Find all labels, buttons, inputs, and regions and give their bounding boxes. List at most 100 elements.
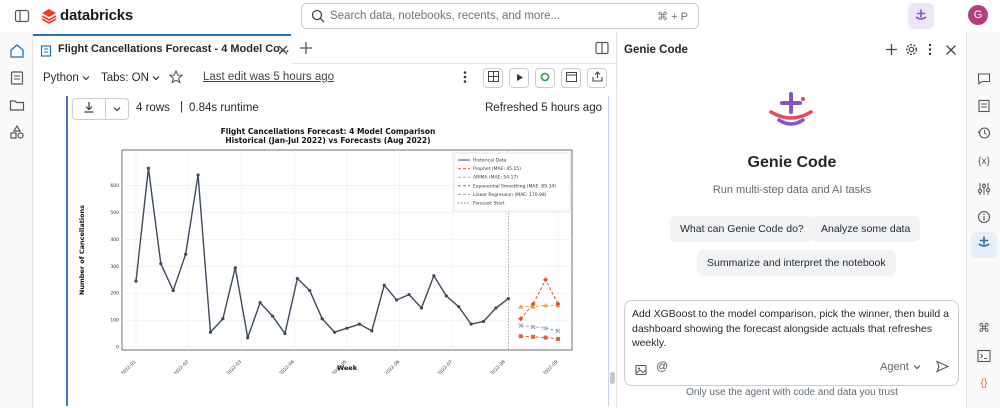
- folder-icon[interactable]: [8, 96, 26, 114]
- agent-mode-select[interactable]: Agent: [875, 358, 926, 376]
- chart-legend: Historical Data Prophet (MAE: 45.15) ARIMA…: [453, 152, 571, 212]
- historical-point: [395, 298, 399, 302]
- compute-status-icon: [540, 69, 550, 87]
- close-icon[interactable]: [945, 43, 957, 55]
- compute-button[interactable]: [535, 68, 555, 88]
- prompt-text[interactable]: Add XGBoost to the model comparison, pic…: [632, 307, 954, 351]
- run-button[interactable]: [509, 68, 529, 88]
- terminal-icon[interactable]: [975, 347, 993, 365]
- history-icon[interactable]: [975, 124, 993, 142]
- notebook-toolbar: Python Tabs: ON Last edit was 5 hours ag…: [33, 64, 615, 92]
- historical-point: [457, 305, 461, 309]
- historical-point: [320, 317, 324, 321]
- genie-rail-button[interactable]: [971, 232, 997, 258]
- chevron-down-icon: [82, 69, 90, 87]
- sliders-icon[interactable]: [975, 180, 993, 198]
- info-icon[interactable]: [975, 208, 993, 226]
- databricks-logo-icon[interactable]: [41, 8, 57, 24]
- notebook-icon[interactable]: [8, 69, 26, 87]
- result-separator: |: [180, 101, 183, 113]
- x-tick-label: 2022-08: [489, 359, 507, 374]
- language-label: Python: [43, 72, 79, 84]
- genie-footer-note: Only use the agent with code and data yo…: [686, 387, 898, 398]
- download-button[interactable]: [72, 98, 106, 120]
- share-button[interactable]: [587, 68, 607, 88]
- shapes-icon[interactable]: [8, 123, 26, 141]
- more-menu-icon[interactable]: [460, 70, 470, 84]
- notebook-tab-icon: [40, 44, 52, 57]
- command-icon[interactable]: ⌘: [975, 319, 993, 337]
- function-icon[interactable]: {x}: [975, 152, 993, 170]
- code-braces-icon[interactable]: {}: [975, 374, 993, 392]
- language-select[interactable]: Python: [39, 68, 94, 88]
- historical-point: [159, 262, 163, 266]
- genie-sparkle-icon: [914, 9, 928, 23]
- genie-logo-icon: [767, 92, 815, 132]
- y-axis-ticks: 0 100 200 300 400 500 600: [110, 183, 119, 350]
- prompt-box[interactable]: Add XGBoost to the model comparison, pic…: [624, 300, 959, 386]
- historical-point: [270, 314, 275, 318]
- y-tick-label: 200: [110, 291, 119, 297]
- y-tick-label: 0: [116, 345, 119, 351]
- layout-button[interactable]: [483, 68, 503, 88]
- more-options-icon[interactable]: [927, 43, 933, 56]
- add-icon[interactable]: [885, 43, 898, 56]
- genie-heading: Genie Code: [747, 154, 837, 171]
- notebook-cell: 4 rows | 0.84s runtime Refreshed 5 hours…: [66, 96, 609, 406]
- notebook-tab-bar: Flight Cancellations Forecast - 4 Model …: [33, 34, 615, 64]
- historical-point: [481, 319, 486, 324]
- genie-toggle-button[interactable]: [908, 3, 934, 29]
- historical-point: [345, 326, 349, 330]
- historical-point: [432, 274, 436, 278]
- avatar-initial: G: [973, 9, 983, 21]
- y-tick-label: 600: [110, 183, 119, 189]
- tabs-label: Tabs: ON: [101, 72, 149, 84]
- sidebar-toggle-icon[interactable]: [14, 8, 30, 24]
- gear-icon[interactable]: [905, 43, 918, 56]
- historical-point: [444, 294, 448, 298]
- legend-label: ARIMA (MAE: 54.17): [473, 175, 518, 181]
- image-icon[interactable]: [635, 363, 647, 376]
- new-tab-icon[interactable]: [299, 41, 313, 55]
- suggestion-chip-what-can[interactable]: What can Genie Code do?: [670, 216, 814, 242]
- tabs-select[interactable]: Tabs: ON: [97, 68, 164, 88]
- historical-point: [146, 166, 151, 170]
- refreshed-status: Refreshed 5 hours ago: [485, 102, 602, 114]
- notebook-scrollbar[interactable]: [610, 372, 615, 384]
- forecast-chart: Flight Cancellations Forecast: 4 Model C…: [78, 127, 573, 374]
- y-tick-label: 400: [110, 237, 119, 243]
- search-bar[interactable]: Search data, notebooks, recents, and mor…: [301, 3, 699, 29]
- left-sidebar: [0, 32, 33, 408]
- home-icon[interactable]: [8, 42, 26, 60]
- historical-point: [308, 288, 312, 293]
- close-tab-icon[interactable]: [277, 43, 289, 55]
- genie-panel: Genie Code Genie Code Run multi-step dat…: [616, 32, 966, 408]
- download-options-button[interactable]: [105, 98, 129, 120]
- suggestion-chip-summarize[interactable]: Summarize and interpret the notebook: [697, 250, 896, 276]
- user-avatar[interactable]: G: [968, 5, 988, 25]
- historical-point: [295, 276, 299, 281]
- last-edit-link[interactable]: Last edit was 5 hours ago: [203, 71, 334, 83]
- mention-icon[interactable]: @: [656, 359, 668, 373]
- star-icon[interactable]: [168, 69, 184, 84]
- schedule-button[interactable]: [561, 68, 581, 88]
- search-shortcut: ⌘ + P: [657, 11, 688, 23]
- historical-point: [196, 173, 200, 177]
- y-tick-label: 100: [110, 318, 119, 324]
- suggestion-chip-analyze[interactable]: Analyze some data: [811, 216, 921, 242]
- x-tick-label: 2022-02: [173, 359, 191, 374]
- forecast-point: [543, 335, 548, 340]
- variables-icon[interactable]: [975, 97, 993, 115]
- historical-point: [184, 252, 188, 256]
- comment-icon[interactable]: [975, 70, 993, 88]
- historical-point: [246, 335, 250, 340]
- x-tick-label: 2022-01: [120, 359, 138, 374]
- y-axis-label: Number of Cancellations: [78, 205, 86, 295]
- split-panel-icon[interactable]: [595, 41, 609, 55]
- send-icon[interactable]: [935, 360, 950, 373]
- brand-name[interactable]: databricks: [60, 7, 133, 24]
- notebook-canvas: 4 rows | 0.84s runtime Refreshed 5 hours…: [33, 92, 633, 408]
- forecast-point: [518, 334, 523, 339]
- agent-mode-label: Agent: [880, 361, 909, 373]
- notebook-tab[interactable]: Flight Cancellations Forecast - 4 Model …: [33, 34, 291, 64]
